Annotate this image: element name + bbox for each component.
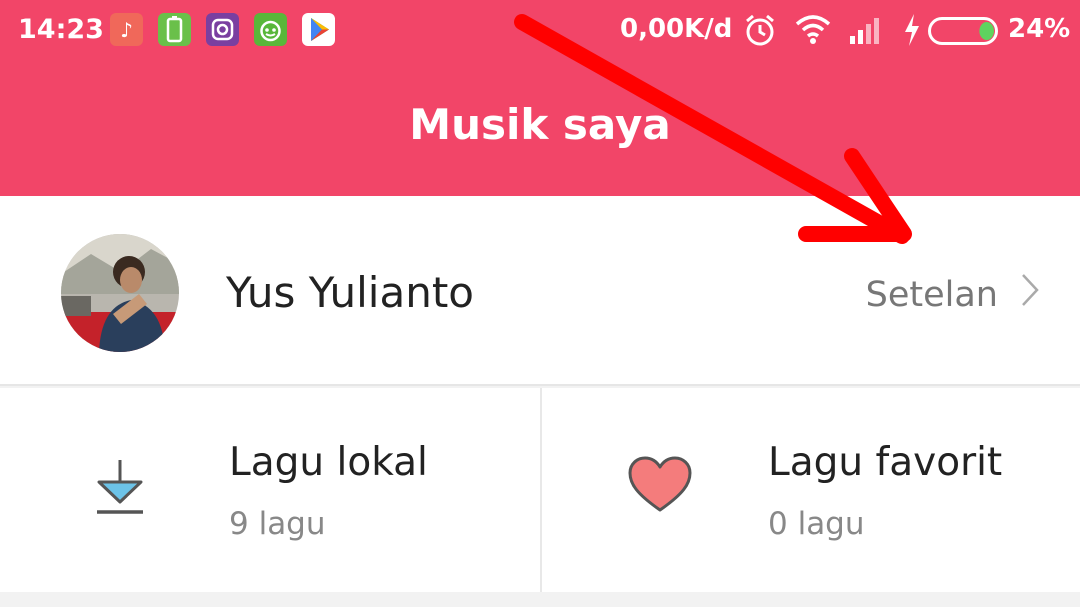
tiktok-icon: ♪ xyxy=(110,13,143,46)
download-icon xyxy=(95,458,145,518)
alarm-icon xyxy=(742,12,778,52)
chevron-right-icon xyxy=(1020,272,1040,317)
battery-percent: 24% xyxy=(1008,14,1071,44)
status-time: 14:23 xyxy=(18,14,104,45)
play-store-icon xyxy=(302,13,335,46)
settings-label: Setelan xyxy=(865,274,998,315)
profile-row[interactable]: Yus Yulianto Setelan xyxy=(0,196,1080,386)
local-songs-title: Lagu lokal xyxy=(229,440,428,485)
favorite-songs-title: Lagu favorit xyxy=(768,440,1003,485)
heart-icon xyxy=(627,456,693,518)
android-bot-icon xyxy=(254,13,287,46)
wifi-icon xyxy=(794,12,832,50)
battery-app-icon xyxy=(158,13,191,46)
page-title: Musik saya xyxy=(409,100,671,149)
settings-link[interactable]: Setelan xyxy=(866,272,1040,317)
app-header: Musik saya xyxy=(0,62,1080,196)
instagram-icon xyxy=(206,13,239,46)
signal-icon xyxy=(848,12,884,50)
username: Yus Yulianto xyxy=(226,268,475,317)
battery-icon xyxy=(928,17,1002,49)
status-bar: 14:23 ♪ 0,00K/d 24% xyxy=(0,0,1080,62)
local-songs-card[interactable]: Lagu lokal 9 lagu xyxy=(0,388,540,592)
library-grid: Lagu lokal 9 lagu Lagu favorit 0 lagu xyxy=(0,388,1080,592)
favorite-songs-count: 0 lagu xyxy=(768,506,865,542)
local-songs-count: 9 lagu xyxy=(229,506,326,542)
favorite-songs-card[interactable]: Lagu favorit 0 lagu xyxy=(541,388,1080,592)
charging-icon xyxy=(902,12,922,52)
network-speed: 0,00K/d xyxy=(620,14,733,44)
svg-text:♪: ♪ xyxy=(120,18,133,42)
avatar[interactable] xyxy=(61,234,179,352)
